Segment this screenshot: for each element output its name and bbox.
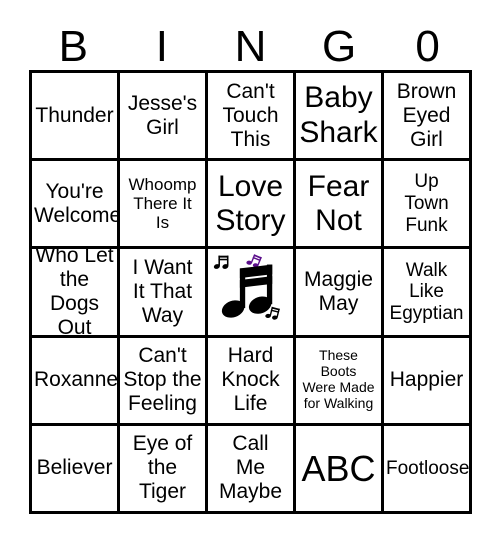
bingo-cell-label: Walk Like Egyptian [389, 259, 464, 324]
bingo-cell-label: Roxanne [34, 368, 119, 392]
bingo-grid: Thunder Jesse's Girl Can't Touch This Baby … [29, 70, 472, 514]
bingo-cell[interactable]: These Boots Were Made for Walking [296, 337, 384, 426]
music-notes-icon [213, 254, 280, 321]
bingo-cell[interactable]: Love Story [208, 161, 296, 250]
bingo-cell-label: Who Let the Dogs Out [35, 249, 114, 338]
bingo-card: B I N G 0 Thunder Jesse's Girl Can't Touch Thi… [0, 0, 501, 544]
bingo-header: B I N G 0 [29, 14, 472, 70]
header-letter-1: I [155, 22, 168, 71]
bingo-cell[interactable]: Call Me Maybe [208, 425, 296, 514]
bingo-cell[interactable]: Walk Like Egyptian [384, 249, 472, 338]
bingo-cell-label: Can't Touch This [222, 79, 279, 151]
bingo-cell-label: Up Town Funk [404, 171, 449, 236]
bingo-cell[interactable]: Who Let the Dogs Out [32, 249, 120, 338]
bingo-cell-label: Thunder [35, 103, 114, 127]
bingo-cell[interactable]: Whoomp There It Is [120, 161, 208, 250]
header-letter-0: B [58, 22, 88, 71]
bingo-cell-label: I Want It That Way [132, 256, 193, 327]
bingo-cell[interactable]: I Want It That Way [120, 249, 208, 338]
bingo-cell-label: Brown Eyed Girl [396, 79, 457, 151]
bingo-cell[interactable]: Footloose [384, 425, 472, 514]
bingo-cell[interactable]: Maggie May [296, 249, 384, 338]
bingo-cell[interactable]: Happier [384, 337, 472, 426]
bingo-cell[interactable]: Jesse's Girl [120, 73, 208, 162]
header-letter-3: G [321, 22, 357, 71]
bingo-cell-label: Baby Shark [299, 81, 378, 149]
bingo-cell[interactable]: Thunder [32, 73, 120, 162]
bingo-cell-label: Footloose [386, 457, 470, 479]
bingo-cell[interactable]: Believer [32, 425, 120, 514]
bingo-cell-label: Jesse's Girl [127, 91, 198, 139]
bingo-cell[interactable]: Roxanne [32, 337, 120, 426]
bingo-free-space[interactable] [208, 249, 296, 338]
bingo-cell[interactable]: Eye of the Tiger [120, 425, 208, 514]
header-letter-4: 0 [415, 22, 440, 71]
bingo-cell[interactable]: Can't Stop the Feeling [120, 337, 208, 426]
bingo-cell-label: Fear Not [307, 169, 370, 237]
bingo-cell-label: Love Story [215, 169, 286, 237]
bingo-cell[interactable]: Brown Eyed Girl [384, 73, 472, 162]
bingo-cell-label: Hard Knock Life [221, 344, 280, 416]
header-letter-2: N [234, 22, 267, 71]
bingo-cell-label: These Boots Were Made for Walking [302, 347, 375, 412]
bingo-cell-label: Can't Stop the Feeling [123, 344, 202, 416]
bingo-cell-label: Maggie May [304, 268, 373, 315]
bingo-cell-label: Believer [36, 456, 113, 480]
bingo-cell-label: Call Me Maybe [218, 432, 283, 504]
bingo-cell[interactable]: Fear Not [296, 161, 384, 250]
bingo-cell-label: Whoomp There It Is [128, 174, 197, 233]
bingo-cell-label: ABC [301, 447, 376, 489]
bingo-cell[interactable]: Can't Touch This [208, 73, 296, 162]
bingo-cell-label: Eye of the Tiger [132, 432, 193, 504]
bingo-cell[interactable]: Baby Shark [296, 73, 384, 162]
bingo-cell[interactable]: ABC [296, 425, 384, 514]
bingo-cell[interactable]: Up Town Funk [384, 161, 472, 250]
bingo-cell[interactable]: Hard Knock Life [208, 337, 296, 426]
bingo-cell-label: You're Welcome [34, 179, 120, 227]
bingo-cell[interactable]: You're Welcome [32, 161, 120, 250]
bingo-cell-label: Happier [389, 368, 464, 392]
